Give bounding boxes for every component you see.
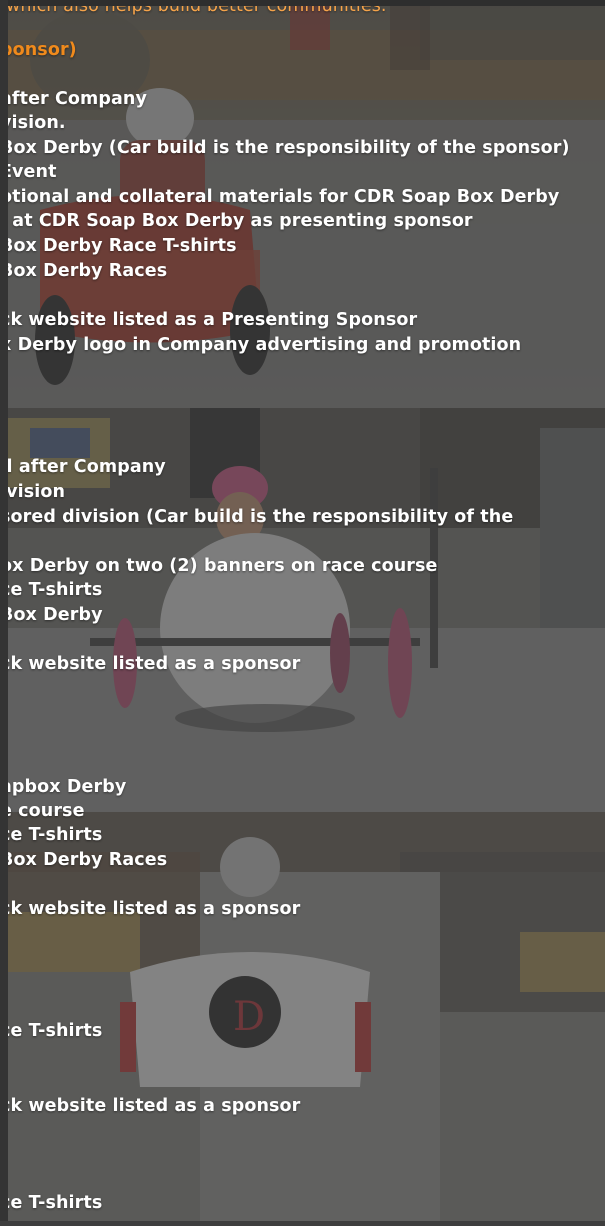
sponsorship-page: D which also helps build better communit… [0,0,605,1226]
supporter-benefit: ck website listed as a sponsor [0,1096,301,1116]
presenting-benefit: l at CDR Soap Box Derby as presenting sp… [0,211,473,231]
presenting-benefit: Box Derby Races [0,261,168,281]
division-benefit: sored division (Car build is the respons… [0,507,514,527]
supporter-benefit: ce T-shirts [0,1021,103,1041]
presenting-benefit: Box Derby Race T-shirts [0,236,237,256]
division-benefit: ce T-shirts [0,580,103,600]
presenting-benefit: Box Derby (Car build is the responsibili… [0,138,570,158]
course-benefit: Box Derby Races [0,850,168,870]
presenting-benefit: ck website listed as a Presenting Sponso… [0,310,418,330]
division-benefit: ivision [0,482,66,502]
left-edge-scrollbar-track [0,0,8,1226]
division-benefit: d after Company [0,457,166,477]
division-benefit: ox Derby on two (2) banners on race cour… [0,556,438,576]
course-benefit: apbox Derby [0,777,127,797]
presenting-benefit: Event [0,162,57,182]
top-edge [0,0,605,6]
presenting-benefit: after Company [0,89,147,109]
presenting-sponsor-heading: ponsor) [0,40,77,60]
sponsorship-text-overlay: which also helps build better communitie… [0,0,605,1226]
course-benefit: e course [0,801,85,821]
division-benefit: ck website listed as a sponsor [0,654,301,674]
course-benefit: ck website listed as a sponsor [0,899,301,919]
course-benefit: ce T-shirts [0,825,103,845]
friend-benefit: ce T-shirts [0,1193,103,1213]
bottom-edge [0,1221,605,1226]
presenting-benefit: otional and collateral materials for CDR… [0,187,560,207]
division-benefit: Box Derby [0,605,103,625]
presenting-benefit: vision. [0,113,66,133]
presenting-benefit: x Derby logo in Company advertising and … [0,335,522,355]
